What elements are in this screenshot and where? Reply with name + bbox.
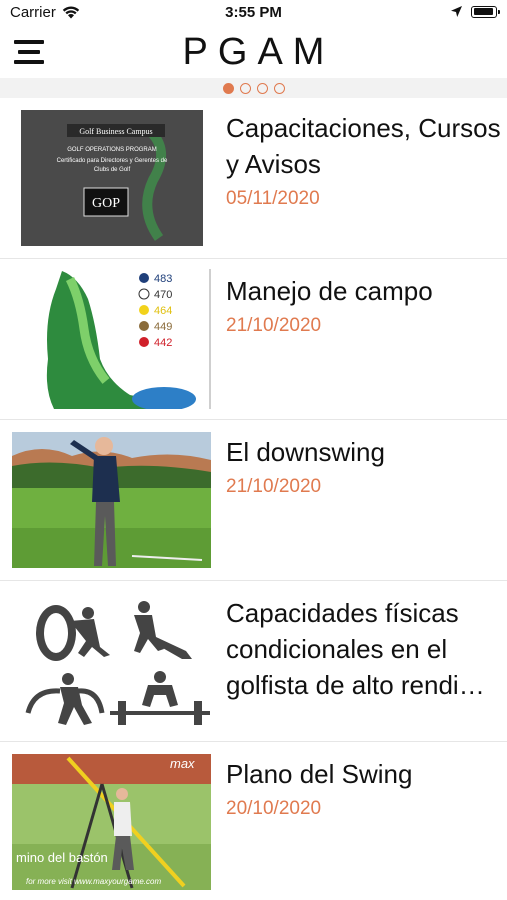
thumb-caption: mino del bastón	[16, 850, 108, 865]
article-title: Manejo de campo	[226, 276, 433, 306]
article-thumbnail: 483 470 464 449 442	[14, 269, 211, 409]
article-date: 20/10/2020	[226, 798, 322, 819]
list-item[interactable]: 483 470 464 449 442 Manejo de campo 21/1…	[0, 259, 507, 420]
article-title: El downswing	[226, 437, 385, 467]
article-date: 21/10/2020	[226, 315, 322, 336]
thumb-brand: Golf Business Campus	[79, 127, 152, 136]
status-time: 3:55 PM	[225, 4, 282, 21]
list-item[interactable]: max mino del bastón for more visit www.m…	[0, 742, 507, 900]
article-thumbnail: max mino del bastón for more visit www.m…	[12, 754, 211, 890]
article-date: 05/11/2020	[226, 188, 320, 209]
page-dot-4[interactable]	[273, 82, 285, 94]
legend-value: 442	[154, 337, 172, 349]
legend-value: 470	[154, 289, 172, 301]
thumb-watermark: for more visit www.maxyourgame.com	[26, 877, 161, 886]
list-item[interactable]: El downswing 21/10/2020	[0, 420, 507, 581]
thumb-logo: GOP	[92, 196, 120, 211]
navigation-bar: PGAM	[0, 26, 507, 78]
thumb-subtitle-2: Clubs de Golf	[94, 167, 131, 173]
status-bar: Carrier 3:55 PM	[0, 0, 507, 26]
app-title: PGAM	[182, 31, 335, 73]
article-thumbnail: Golf Business Campus GOLF OPERATIONS PRO…	[21, 110, 203, 246]
legend-value: 483	[154, 273, 172, 285]
page-dot-3[interactable]	[256, 82, 268, 94]
legend-value: 449	[154, 321, 172, 333]
page-dot-2[interactable]	[239, 82, 251, 94]
list-item[interactable]: Capacidades físicas condicionales en el …	[0, 581, 507, 742]
page-dot-1[interactable]	[222, 82, 234, 94]
list-item[interactable]: Golf Business Campus GOLF OPERATIONS PRO…	[0, 98, 507, 259]
article-title: Capacidades físicas condicionales en el …	[226, 598, 485, 700]
page-indicator	[0, 78, 507, 98]
thumb-program: GOLF OPERATIONS PROGRAM	[67, 147, 157, 153]
article-thumbnail	[14, 593, 211, 729]
thumb-subtitle-1: Certificado para Directores y Gerentes d…	[57, 158, 168, 164]
article-title: Plano del Swing	[226, 759, 413, 789]
article-date: 21/10/2020	[226, 476, 322, 497]
location-arrow-icon	[451, 6, 462, 17]
article-title: Capacitaciones, Cursos y Avisos	[226, 113, 501, 179]
battery-icon	[471, 5, 500, 18]
thumb-logo: max	[170, 756, 195, 771]
article-thumbnail	[12, 432, 211, 568]
article-list: Golf Business Campus GOLF OPERATIONS PRO…	[0, 98, 507, 900]
legend-value: 464	[154, 305, 172, 317]
